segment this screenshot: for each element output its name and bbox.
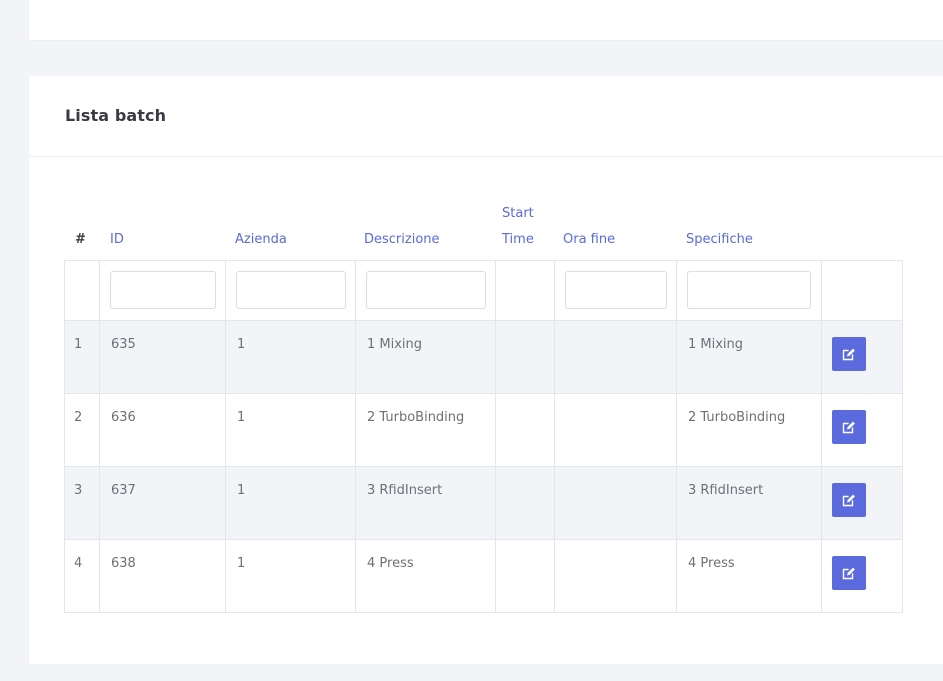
column-header-azienda[interactable]: Azienda <box>235 232 287 247</box>
row-ora-fine <box>555 467 676 482</box>
table-grid: 1 635 1 1 Mixing 1 Mixing 2 636 1 2 Turb… <box>64 260 903 613</box>
pencil-square-icon <box>842 421 855 434</box>
column-header-start-time-line2[interactable]: Time <box>502 232 534 247</box>
edit-button[interactable] <box>832 337 866 371</box>
edit-button[interactable] <box>832 556 866 590</box>
filter-cell-ora-fine <box>554 260 677 321</box>
row-number: 4 <box>74 556 83 571</box>
row-id: 635 <box>111 337 136 352</box>
filter-input-id[interactable] <box>110 271 216 309</box>
filter-cell-descrizione <box>355 260 496 321</box>
row-azienda: 1 <box>237 337 246 352</box>
filter-input-ora-fine[interactable] <box>565 271 667 309</box>
row-ora-fine <box>555 394 676 409</box>
row-start-time <box>496 394 554 409</box>
card-header: Lista batch <box>29 76 943 157</box>
top-card <box>29 0 943 40</box>
row-start-time <box>496 540 554 555</box>
table-row: 1 635 1 1 Mixing 1 Mixing <box>64 320 903 394</box>
pencil-square-icon <box>842 494 855 507</box>
row-start-time <box>496 467 554 482</box>
filter-cell-start-time <box>495 260 555 321</box>
column-header-specifiche[interactable]: Specifiche <box>686 232 753 247</box>
column-header-ora-fine[interactable]: Ora fine <box>563 232 615 247</box>
filter-cell-azienda <box>225 260 356 321</box>
row-descrizione: 2 TurboBinding <box>367 410 465 425</box>
row-descrizione: 1 Mixing <box>367 337 423 352</box>
column-header-number: # <box>75 232 86 247</box>
row-specifiche: 4 Press <box>688 556 735 571</box>
row-descrizione: 3 RfidInsert <box>367 483 443 498</box>
filter-cell-specifiche <box>676 260 822 321</box>
row-number: 2 <box>74 410 83 425</box>
batch-list-card: Lista batch # ID Azienda Descrizione Sta… <box>29 76 943 664</box>
filter-row <box>64 260 903 321</box>
row-number: 1 <box>74 337 83 352</box>
pencil-square-icon <box>842 348 855 361</box>
row-id: 638 <box>111 556 136 571</box>
table-row: 3 637 1 3 RfidInsert 3 RfidInsert <box>64 466 903 540</box>
table-row: 2 636 1 2 TurboBinding 2 TurboBinding <box>64 393 903 467</box>
edit-button[interactable] <box>832 410 866 444</box>
filter-cell-actions <box>821 260 903 321</box>
row-azienda: 1 <box>237 410 246 425</box>
card-title: Lista batch <box>65 106 167 125</box>
row-id: 637 <box>111 483 136 498</box>
column-header-descrizione[interactable]: Descrizione <box>364 232 440 247</box>
row-azienda: 1 <box>237 556 246 571</box>
pencil-square-icon <box>842 567 855 580</box>
table-header: # ID Azienda Descrizione Start Time Ora … <box>64 204 902 260</box>
filter-input-specifiche[interactable] <box>687 271 811 309</box>
column-header-start-time-line1[interactable]: Start <box>502 206 534 221</box>
row-specifiche: 3 RfidInsert <box>688 483 764 498</box>
filter-input-azienda[interactable] <box>236 271 346 309</box>
filter-cell-id <box>99 260 226 321</box>
row-start-time <box>496 321 554 336</box>
row-specifiche: 2 TurboBinding <box>688 410 786 425</box>
row-number: 3 <box>74 483 83 498</box>
batch-table: # ID Azienda Descrizione Start Time Ora … <box>64 204 903 613</box>
filter-cell-number <box>64 260 100 321</box>
row-id: 636 <box>111 410 136 425</box>
row-specifiche: 1 Mixing <box>688 337 744 352</box>
table-row: 4 638 1 4 Press 4 Press <box>64 539 903 613</box>
row-descrizione: 4 Press <box>367 556 414 571</box>
filter-input-descrizione[interactable] <box>366 271 486 309</box>
edit-button[interactable] <box>832 483 866 517</box>
row-azienda: 1 <box>237 483 246 498</box>
column-header-id[interactable]: ID <box>110 232 124 247</box>
row-ora-fine <box>555 540 676 555</box>
row-ora-fine <box>555 321 676 336</box>
